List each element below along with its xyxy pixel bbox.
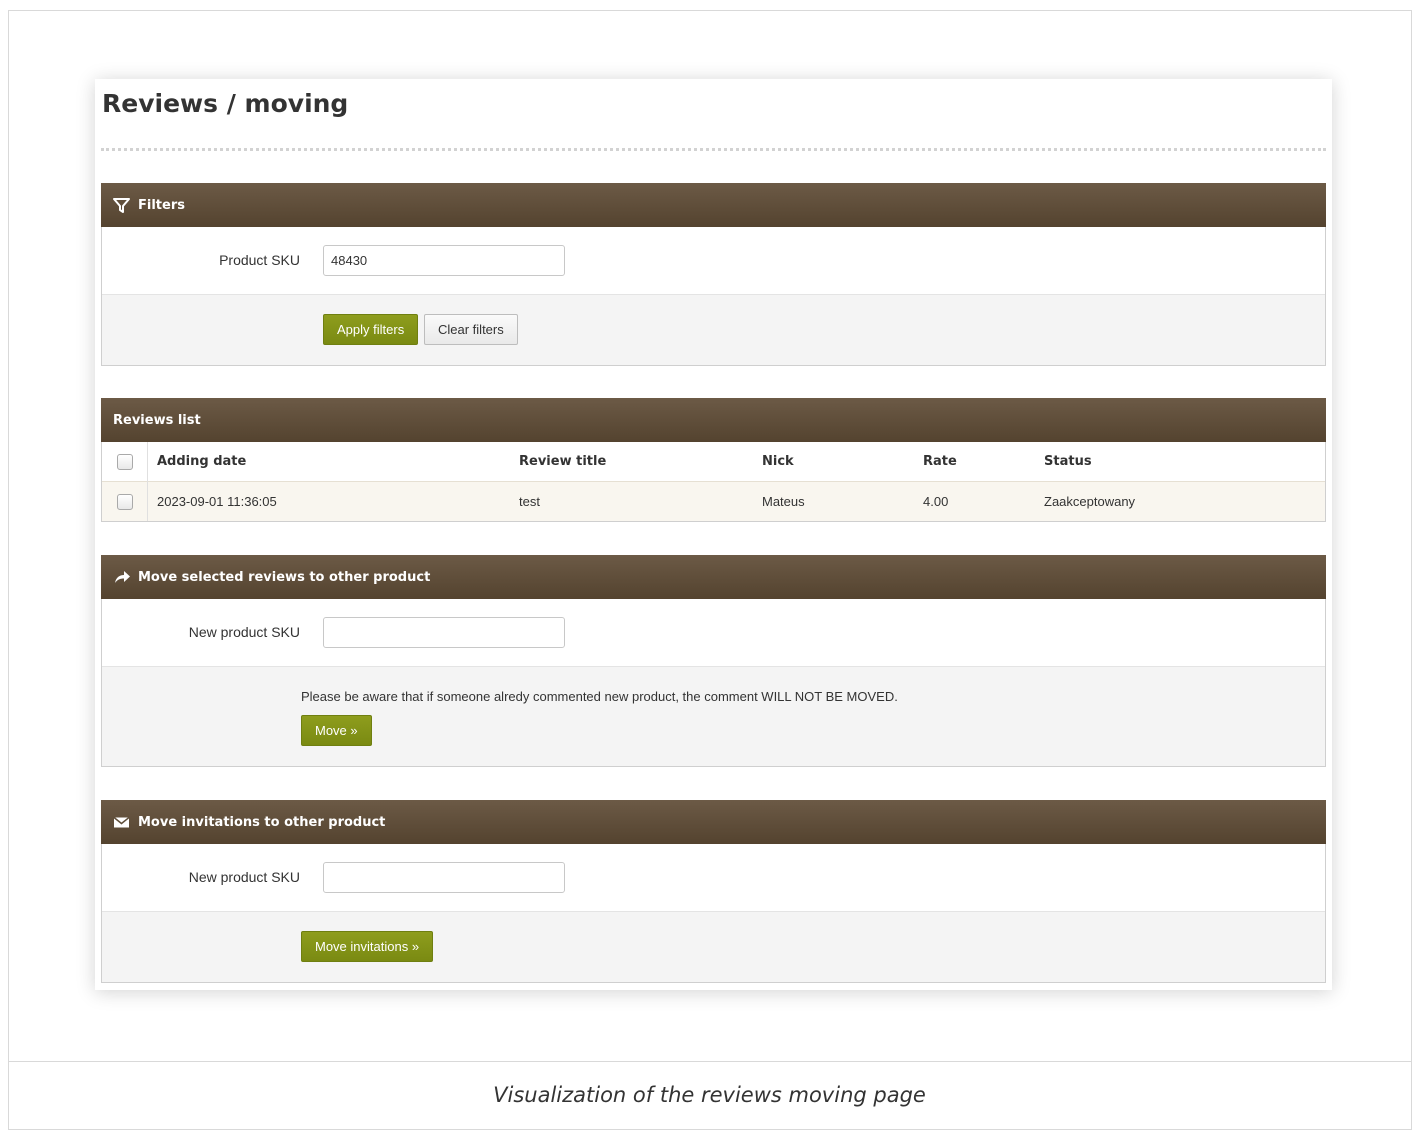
- move-invitations-header: Move invitations to other product: [101, 800, 1326, 844]
- select-all-cell: [102, 442, 148, 482]
- reviews-list-section: Reviews list Adding date Review title Ni…: [101, 398, 1326, 522]
- row-checkbox[interactable]: [116, 493, 133, 510]
- move-reviews-header: Move selected reviews to other product: [101, 555, 1326, 599]
- page-title: Reviews / moving: [102, 89, 349, 118]
- figure-caption: Visualization of the reviews moving page: [493, 1083, 926, 1107]
- move-reviews-title: Move selected reviews to other product: [138, 569, 431, 585]
- product-sku-input[interactable]: [323, 245, 565, 276]
- column-adding-date[interactable]: Adding date: [148, 442, 520, 482]
- row-select-cell: [102, 481, 148, 521]
- column-rate[interactable]: Rate: [923, 442, 1044, 482]
- apply-filters-button[interactable]: Apply filters: [323, 314, 419, 345]
- share-arrow-icon: [113, 568, 133, 586]
- cell-review-title: test: [519, 494, 540, 509]
- column-nick[interactable]: Nick: [762, 442, 923, 482]
- invitations-sku-input[interactable]: [323, 862, 565, 893]
- admin-panel: Reviews / moving Filters Product SKU App…: [95, 79, 1332, 990]
- invitations-sku-label: New product SKU: [188, 869, 300, 885]
- cell-rate: 4.00: [923, 494, 949, 509]
- column-status[interactable]: Status: [1044, 442, 1325, 482]
- move-invitations-title: Move invitations to other product: [138, 814, 386, 830]
- table-row: 2023-09-01 11:36:05 test Mateus 4.00 Zaa…: [102, 481, 1325, 521]
- move-warning-text: Please be aware that if someone alredy c…: [301, 689, 898, 704]
- filter-actions-row: Apply filters Clear filters: [102, 295, 1325, 365]
- new-product-sku-label: New product SKU: [188, 624, 300, 640]
- caption-divider: [8, 1061, 1412, 1062]
- reviews-table: Adding date Review title Nick Rate Statu…: [102, 442, 1325, 521]
- column-review-title[interactable]: Review title: [519, 442, 762, 482]
- move-button[interactable]: Move »: [301, 715, 372, 746]
- cell-nick: Mateus: [762, 494, 805, 509]
- new-product-sku-input[interactable]: [323, 617, 565, 648]
- move-invitations-actions-row: Move invitations »: [102, 912, 1325, 982]
- cell-status: Zaakceptowany: [1044, 494, 1136, 509]
- move-reviews-actions-row: Please be aware that if someone alredy c…: [102, 667, 1325, 766]
- filter-sku-row: Product SKU: [102, 227, 1325, 295]
- move-reviews-section: Move selected reviews to other product N…: [101, 555, 1326, 767]
- envelope-icon: [113, 813, 133, 831]
- product-sku-label: Product SKU: [219, 252, 300, 268]
- move-invitations-button[interactable]: Move invitations »: [301, 931, 434, 962]
- move-invitations-section: Move invitations to other product New pr…: [101, 800, 1326, 983]
- select-all-checkbox[interactable]: [116, 453, 133, 470]
- move-reviews-sku-row: New product SKU: [102, 599, 1325, 667]
- filter-icon: [113, 196, 133, 214]
- title-separator: [101, 148, 1326, 151]
- filters-header: Filters: [101, 183, 1326, 227]
- reviews-list-title: Reviews list: [113, 412, 201, 428]
- clear-filters-button[interactable]: Clear filters: [424, 314, 518, 345]
- cell-adding-date: 2023-09-01 11:36:05: [157, 494, 277, 509]
- table-header-row: Adding date Review title Nick Rate Statu…: [102, 442, 1325, 482]
- reviews-list-header: Reviews list: [101, 398, 1326, 442]
- filters-section: Filters Product SKU Apply filters Clear …: [101, 183, 1326, 366]
- filters-title: Filters: [138, 197, 185, 213]
- move-invitations-sku-row: New product SKU: [102, 844, 1325, 912]
